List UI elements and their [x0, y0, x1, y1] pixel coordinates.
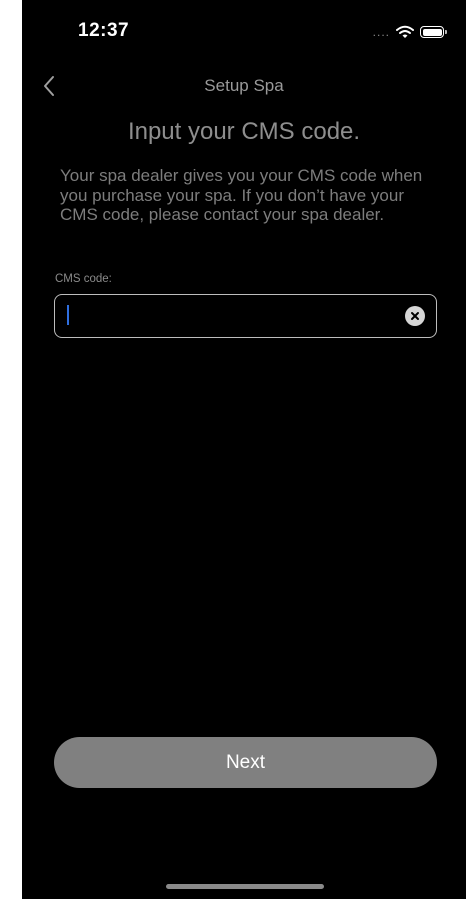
clear-x-icon	[411, 312, 419, 320]
cms-code-label: CMS code:	[55, 273, 112, 285]
wifi-icon	[396, 25, 414, 38]
cms-code-input[interactable]	[65, 301, 395, 329]
nav-bar: Setup Spa	[22, 68, 466, 104]
description-text: Your spa dealer gives you your CMS code …	[60, 166, 423, 224]
phone-screen: 12:37 .... Setup Spa Input your CMS code…	[22, 0, 466, 899]
status-time: 12:37	[78, 20, 130, 41]
page-heading: Input your CMS code.	[127, 118, 361, 145]
status-indicators: ....	[372, 22, 447, 42]
next-button[interactable]: Next	[54, 737, 437, 788]
battery-icon	[420, 26, 447, 38]
text-caret	[67, 305, 69, 325]
cms-code-field[interactable]	[54, 294, 437, 338]
home-indicator	[166, 884, 324, 889]
clear-button[interactable]	[405, 306, 425, 326]
signal-dots: ....	[372, 25, 390, 39]
status-bar: 12:37 ....	[22, 0, 466, 60]
battery-level	[422, 28, 442, 36]
nav-title: Setup Spa	[204, 76, 284, 95]
